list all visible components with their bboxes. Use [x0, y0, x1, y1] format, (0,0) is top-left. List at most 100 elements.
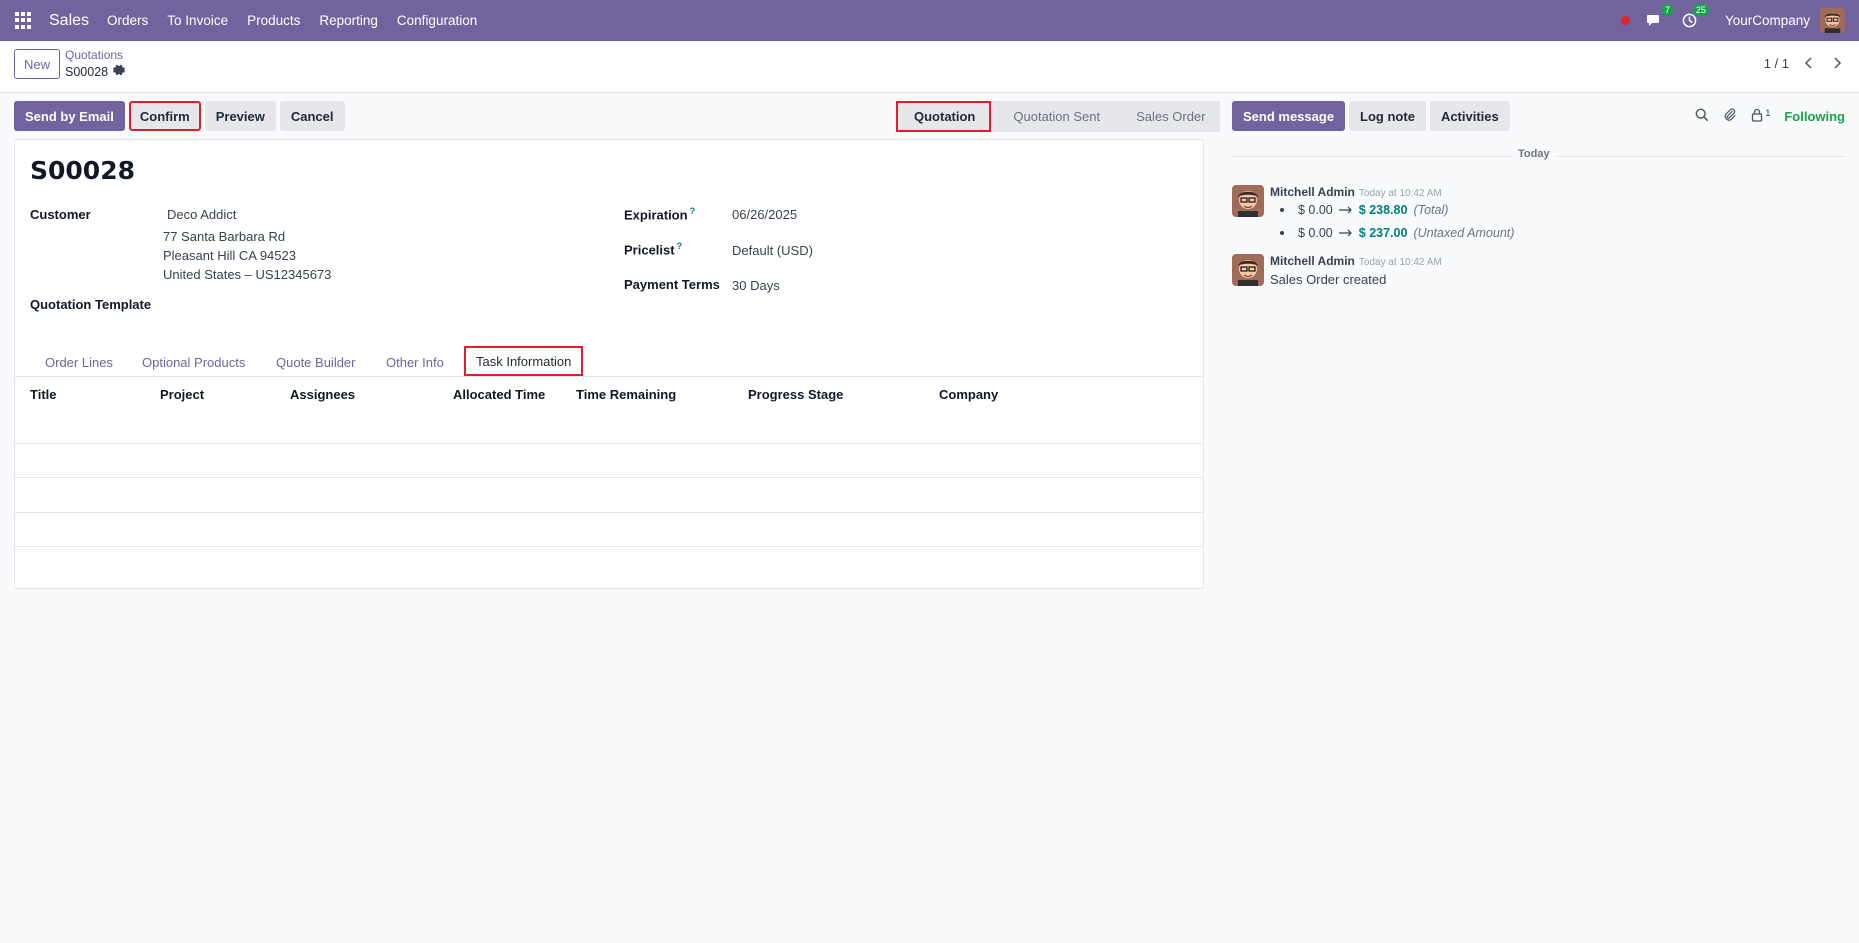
message-time: Today at 10:42 AM — [1358, 257, 1442, 268]
arrow-right-icon — [1338, 226, 1353, 240]
column-time-remaining[interactable]: Time Remaining — [576, 387, 676, 402]
pager-value[interactable]: 1 / 1 — [1764, 56, 1789, 71]
author-avatar[interactable] — [1232, 254, 1264, 286]
paperclip-icon[interactable] — [1723, 107, 1737, 125]
chat-icon[interactable]: 7 — [1645, 3, 1673, 30]
chatter: Send message Log note Activities 1 Follo… — [1232, 101, 1845, 287]
gear-icon[interactable] — [113, 64, 126, 79]
breadcrumb-current: S00028 — [65, 64, 126, 79]
tracking-new-value: $ 237.00 — [1358, 226, 1408, 240]
message-author-name[interactable]: Mitchell Admin — [1270, 185, 1355, 199]
address-line-1: 77 Santa Barbara Rd — [163, 229, 286, 244]
activity-clock-icon[interactable]: 25 — [1681, 3, 1709, 30]
author-avatar[interactable] — [1232, 185, 1264, 217]
customer-label: Customer — [30, 207, 91, 222]
column-assignees[interactable]: Assignees — [290, 387, 355, 402]
payment-terms-field[interactable]: 30 Days — [732, 278, 780, 293]
tracking-old-value: $ 0.00 — [1298, 226, 1333, 240]
bullet-icon — [1280, 208, 1284, 212]
messages-badge: 7 — [1661, 3, 1673, 16]
table-row — [15, 477, 1203, 511]
status-dot-icon[interactable] — [1620, 16, 1630, 25]
column-allocated-time[interactable]: Allocated Time — [453, 387, 545, 402]
expiration-help-icon[interactable]: ? — [690, 206, 696, 216]
column-progress[interactable]: Progress — [748, 387, 804, 402]
menu-orders[interactable]: Orders — [107, 13, 148, 28]
top-navbar: Sales Orders To Invoice Products Reporti… — [0, 0, 1859, 41]
control-panel: New Quotations S00028 1 / 1 — [0, 41, 1859, 93]
breadcrumb-current-label: S00028 — [65, 64, 109, 79]
message-author[interactable]: Mitchell Admin Today at 10:42 AM — [1270, 185, 1442, 199]
breadcrumb-quotations[interactable]: Quotations — [65, 48, 125, 62]
message-author-name[interactable]: Mitchell Admin — [1270, 254, 1355, 268]
table-row — [15, 512, 1203, 546]
chatter-topbar-right: 1 Following — [1695, 101, 1845, 131]
stage-quotation[interactable]: Quotation — [896, 101, 992, 132]
chatter-message: Mitchell Admin Today at 10:42 AM $ 0.00 $… — [1232, 185, 1845, 245]
column-project[interactable]: Project — [160, 387, 204, 402]
followers-count: 1 — [1765, 107, 1771, 118]
bullet-icon — [1280, 231, 1284, 235]
tab-other-info[interactable]: Other Info — [386, 348, 444, 376]
send-message-button[interactable]: Send message — [1232, 101, 1346, 131]
record-name: S00028 — [30, 156, 135, 185]
menu-products[interactable]: Products — [247, 13, 300, 28]
tab-quote-builder[interactable]: Quote Builder — [276, 348, 356, 376]
log-note-button[interactable]: Log note — [1349, 101, 1426, 131]
lock-icon — [1751, 108, 1763, 125]
tab-order-lines[interactable]: Order Lines — [45, 348, 113, 376]
column-title[interactable]: Title — [30, 387, 57, 402]
cancel-button[interactable]: Cancel — [279, 101, 345, 131]
expiration-label: Expiration? — [624, 206, 695, 222]
quotation-template-label: Quotation Template — [30, 297, 152, 312]
date-divider-label: Today — [1512, 148, 1556, 160]
activities-badge: 25 — [1692, 3, 1709, 16]
tracking-old-value: $ 0.00 — [1298, 203, 1333, 217]
address-line-2: Pleasant Hill CA 94523 — [163, 248, 296, 263]
user-avatar[interactable] — [1820, 8, 1845, 33]
task-grid-header: Title Project Assignees Allocated Time T… — [15, 377, 1203, 412]
pager-next-button[interactable] — [1825, 52, 1849, 74]
preview-button[interactable]: Preview — [204, 101, 276, 131]
message-author[interactable]: Mitchell Admin Today at 10:42 AM — [1270, 254, 1442, 268]
breadcrumb: Quotations S00028 — [65, 48, 126, 79]
tab-task-information[interactable]: Task Information — [464, 346, 584, 376]
chatter-message: Mitchell Admin Today at 10:42 AM Sales Or… — [1232, 254, 1845, 294]
activities-button[interactable]: Activities — [1429, 101, 1510, 131]
expiration-field[interactable]: 06/26/2025 — [732, 207, 797, 222]
arrow-right-icon — [1338, 203, 1353, 217]
table-row — [15, 443, 1203, 477]
column-stage[interactable]: Stage — [808, 387, 843, 402]
message-time: Today at 10:42 AM — [1358, 188, 1442, 199]
search-icon[interactable] — [1695, 108, 1709, 125]
apps-menu-icon[interactable] — [15, 12, 32, 29]
menu-reporting[interactable]: Reporting — [319, 13, 378, 28]
tracking-new-value: $ 238.80 — [1358, 203, 1408, 217]
tracking-line: $ 0.00 $ 237.00 (Untaxed Amount) — [1280, 226, 1514, 240]
customer-field[interactable]: Deco Addict — [167, 207, 236, 222]
confirm-button[interactable]: Confirm — [128, 101, 201, 131]
pricelist-field[interactable]: Default (USD) — [732, 243, 813, 258]
status-bar: Quotation Quotation Sent Sales Order — [896, 101, 1220, 132]
stage-quotation-sent[interactable]: Quotation Sent — [991, 101, 1115, 132]
form-actions: Send by Email Confirm Preview Cancel — [14, 101, 345, 131]
new-button[interactable]: New — [14, 49, 60, 79]
followers-button[interactable]: 1 — [1751, 108, 1770, 125]
menu-configuration[interactable]: Configuration — [397, 13, 477, 28]
table-row — [15, 546, 1203, 580]
tracking-line: $ 0.00 $ 238.80 (Total) — [1280, 203, 1448, 217]
menu-to-invoice[interactable]: To Invoice — [167, 13, 228, 28]
company-switcher[interactable]: YourCompany — [1725, 13, 1810, 28]
expiration-label-text: Expiration — [624, 207, 688, 223]
app-brand[interactable]: Sales — [49, 12, 89, 30]
message-body: Sales Order created — [1270, 272, 1387, 287]
column-company[interactable]: Company — [939, 387, 998, 402]
send-by-email-button[interactable]: Send by Email — [14, 101, 125, 131]
tab-optional-products[interactable]: Optional Products — [142, 348, 245, 376]
tracking-field-name: (Total) — [1413, 203, 1449, 217]
following-button[interactable]: Following — [1784, 109, 1845, 124]
pricelist-help-icon[interactable]: ? — [677, 241, 683, 251]
pricelist-label: Pricelist? — [624, 241, 682, 257]
stage-sales-order[interactable]: Sales Order — [1114, 101, 1220, 132]
pager-previous-button[interactable] — [1797, 52, 1821, 74]
